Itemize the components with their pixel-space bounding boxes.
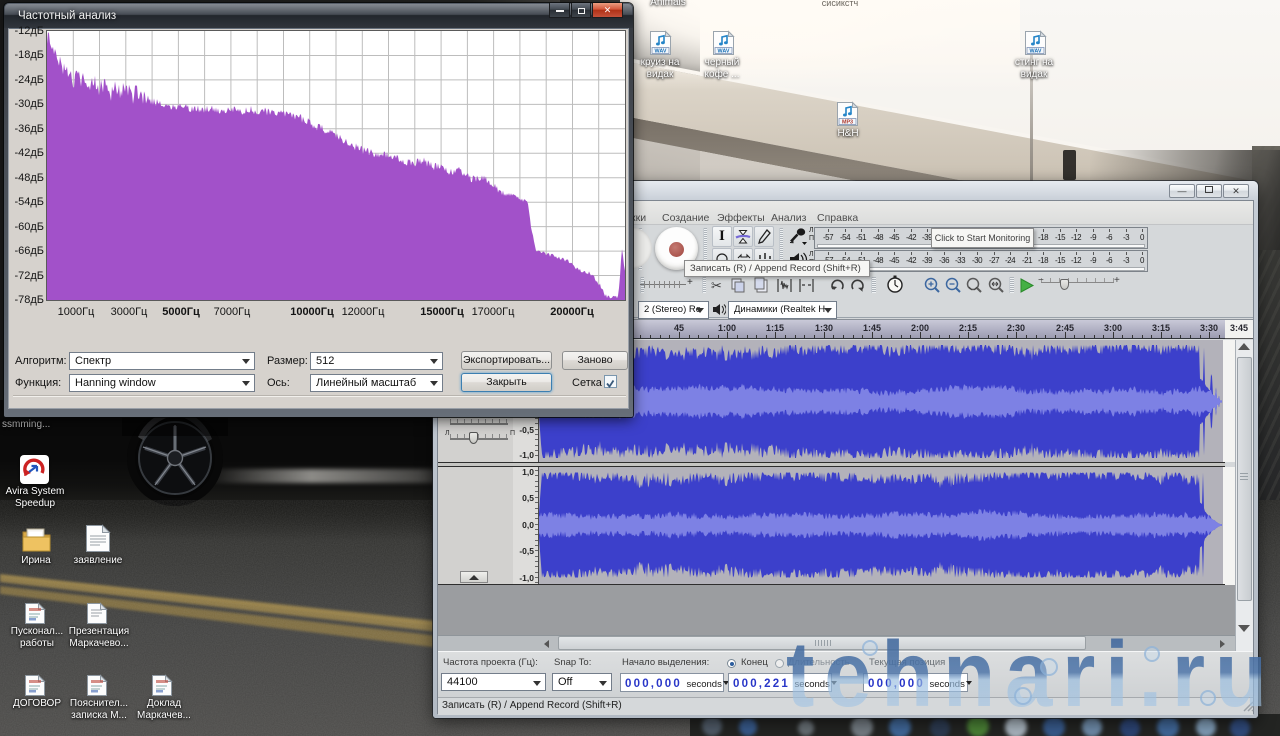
svg-text:✂: ✂	[711, 278, 722, 293]
svg-text:WAV: WAV	[718, 48, 730, 54]
svg-text:WAV: WAV	[655, 48, 667, 54]
svg-text:MP3: MP3	[842, 119, 853, 125]
svg-text:WAV: WAV	[1030, 48, 1042, 54]
